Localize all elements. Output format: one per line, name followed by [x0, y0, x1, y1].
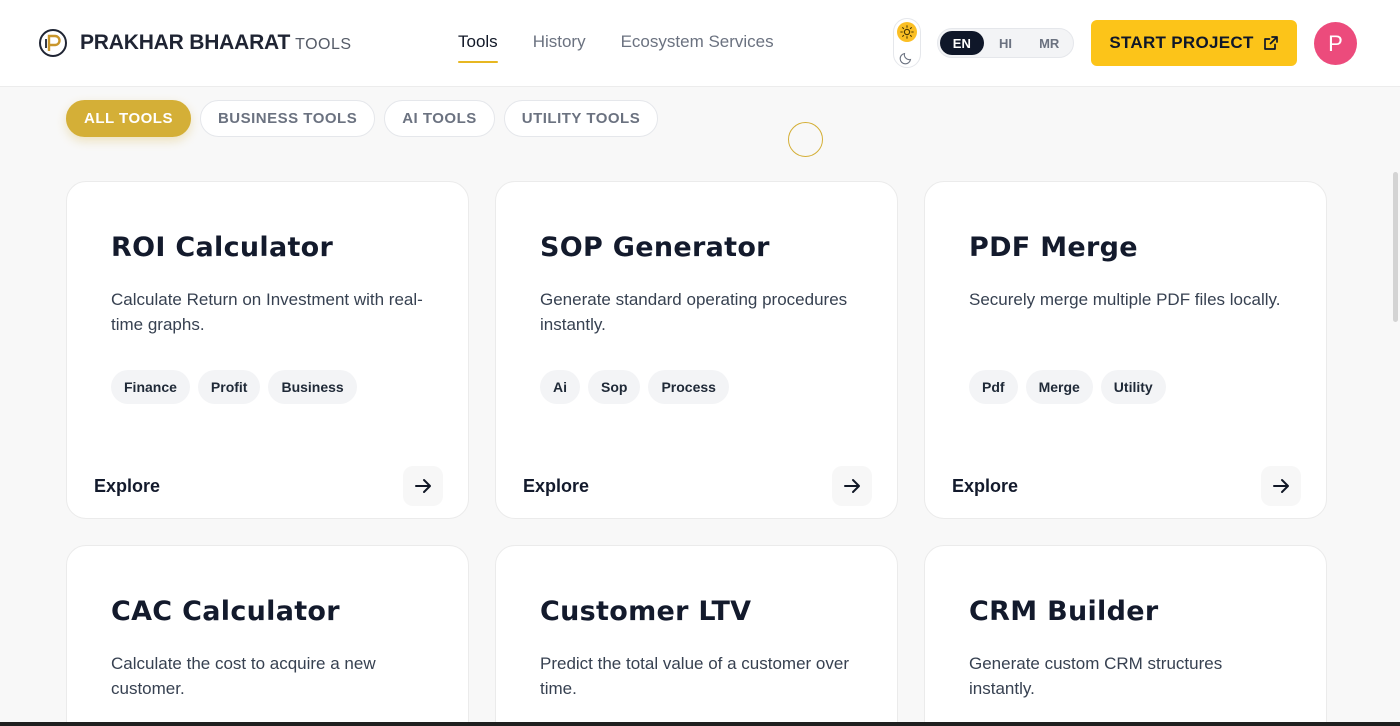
language-switcher: EN HI MR: [937, 28, 1074, 58]
card-description: Securely merge multiple PDF files locall…: [969, 290, 1281, 309]
tag: Merge: [1025, 370, 1093, 404]
brand-subtitle: TOOLS: [295, 36, 352, 53]
tag: Business: [268, 370, 357, 404]
top-header: PRAKHAR BHAARAT TOOLS Tools History Ecos…: [0, 0, 1400, 87]
arrow-right-icon[interactable]: [1261, 466, 1301, 506]
start-project-label: START PROJECT: [1109, 33, 1254, 52]
filter-business-tools[interactable]: BUSINESS TOOLS: [199, 100, 376, 137]
tag: Ai: [540, 370, 580, 404]
tag: Finance: [111, 370, 190, 404]
card-tags: Pdf Merge Utility: [969, 370, 1174, 404]
tool-card-roi-calculator[interactable]: ROI Calculator Calculate Return on Inves…: [66, 181, 469, 519]
nav-tools[interactable]: Tools: [458, 32, 498, 63]
category-filters: ALL TOOLS BUSINESS TOOLS AI TOOLS UTILIT…: [66, 100, 667, 137]
tool-card-pdf-merge[interactable]: PDF Merge Securely merge multiple PDF fi…: [924, 181, 1327, 519]
avatar[interactable]: P: [1314, 22, 1357, 65]
bottom-edge: [0, 722, 1400, 726]
filter-ai-tools[interactable]: AI TOOLS: [384, 100, 495, 137]
brand-name: PRAKHAR BHAARAT: [80, 31, 291, 54]
tool-card-customer-ltv[interactable]: Customer LTV Predict the total value of …: [495, 545, 898, 726]
tool-card-cac-calculator[interactable]: CAC Calculator Calculate the cost to acq…: [66, 545, 469, 726]
tool-card-sop-generator[interactable]: SOP Generator Generate standard operatin…: [495, 181, 898, 519]
card-title: CRM Builder: [969, 596, 1159, 627]
cursor-ring: [788, 122, 823, 157]
scrollbar-thumb[interactable]: [1393, 172, 1398, 322]
explore-link[interactable]: Explore: [523, 476, 589, 497]
filter-all-tools[interactable]: ALL TOOLS: [66, 100, 191, 137]
card-title: SOP Generator: [540, 232, 770, 263]
start-project-button[interactable]: START PROJECT: [1091, 20, 1297, 66]
explore-link[interactable]: Explore: [952, 476, 1018, 497]
main-nav: Tools History Ecosystem Services: [458, 32, 809, 63]
filter-utility-tools[interactable]: UTILITY TOOLS: [503, 100, 659, 137]
card-tags: Ai Sop Process: [540, 370, 737, 404]
card-tags: Finance Profit Business: [111, 370, 365, 404]
explore-link[interactable]: Explore: [94, 476, 160, 497]
card-description: Generate custom CRM structures instantly…: [969, 654, 1223, 698]
card-description: Predict the total value of a customer ov…: [540, 654, 849, 698]
nav-history[interactable]: History: [533, 32, 586, 60]
lang-mr[interactable]: MR: [1027, 31, 1071, 55]
tag: Sop: [588, 370, 641, 404]
brand-logo[interactable]: PRAKHAR BHAARAT TOOLS: [38, 28, 352, 58]
card-title: Customer LTV: [540, 596, 752, 627]
tool-card-crm-builder[interactable]: CRM Builder Generate custom CRM structur…: [924, 545, 1327, 726]
card-title: PDF Merge: [969, 232, 1138, 263]
brand-logo-icon: [39, 29, 67, 57]
arrow-right-icon[interactable]: [832, 466, 872, 506]
tag: Utility: [1100, 370, 1166, 404]
tag: Pdf: [969, 370, 1018, 404]
lang-hi[interactable]: HI: [984, 31, 1028, 55]
theme-toggle[interactable]: [893, 18, 921, 68]
card-description: Calculate Return on Investment with real…: [111, 290, 423, 334]
card-title: CAC Calculator: [111, 596, 340, 627]
card-description: Calculate the cost to acquire a new cust…: [111, 654, 376, 698]
lang-en[interactable]: EN: [940, 31, 984, 55]
tag: Profit: [197, 370, 261, 404]
external-link-icon: [1263, 36, 1278, 50]
moon-icon[interactable]: [899, 49, 915, 65]
nav-ecosystem-services[interactable]: Ecosystem Services: [621, 32, 774, 60]
arrow-right-icon[interactable]: [403, 466, 443, 506]
card-description: Generate standard operating procedures i…: [540, 290, 848, 334]
sun-icon[interactable]: [897, 22, 917, 42]
card-title: ROI Calculator: [111, 232, 334, 263]
tag: Process: [648, 370, 729, 404]
